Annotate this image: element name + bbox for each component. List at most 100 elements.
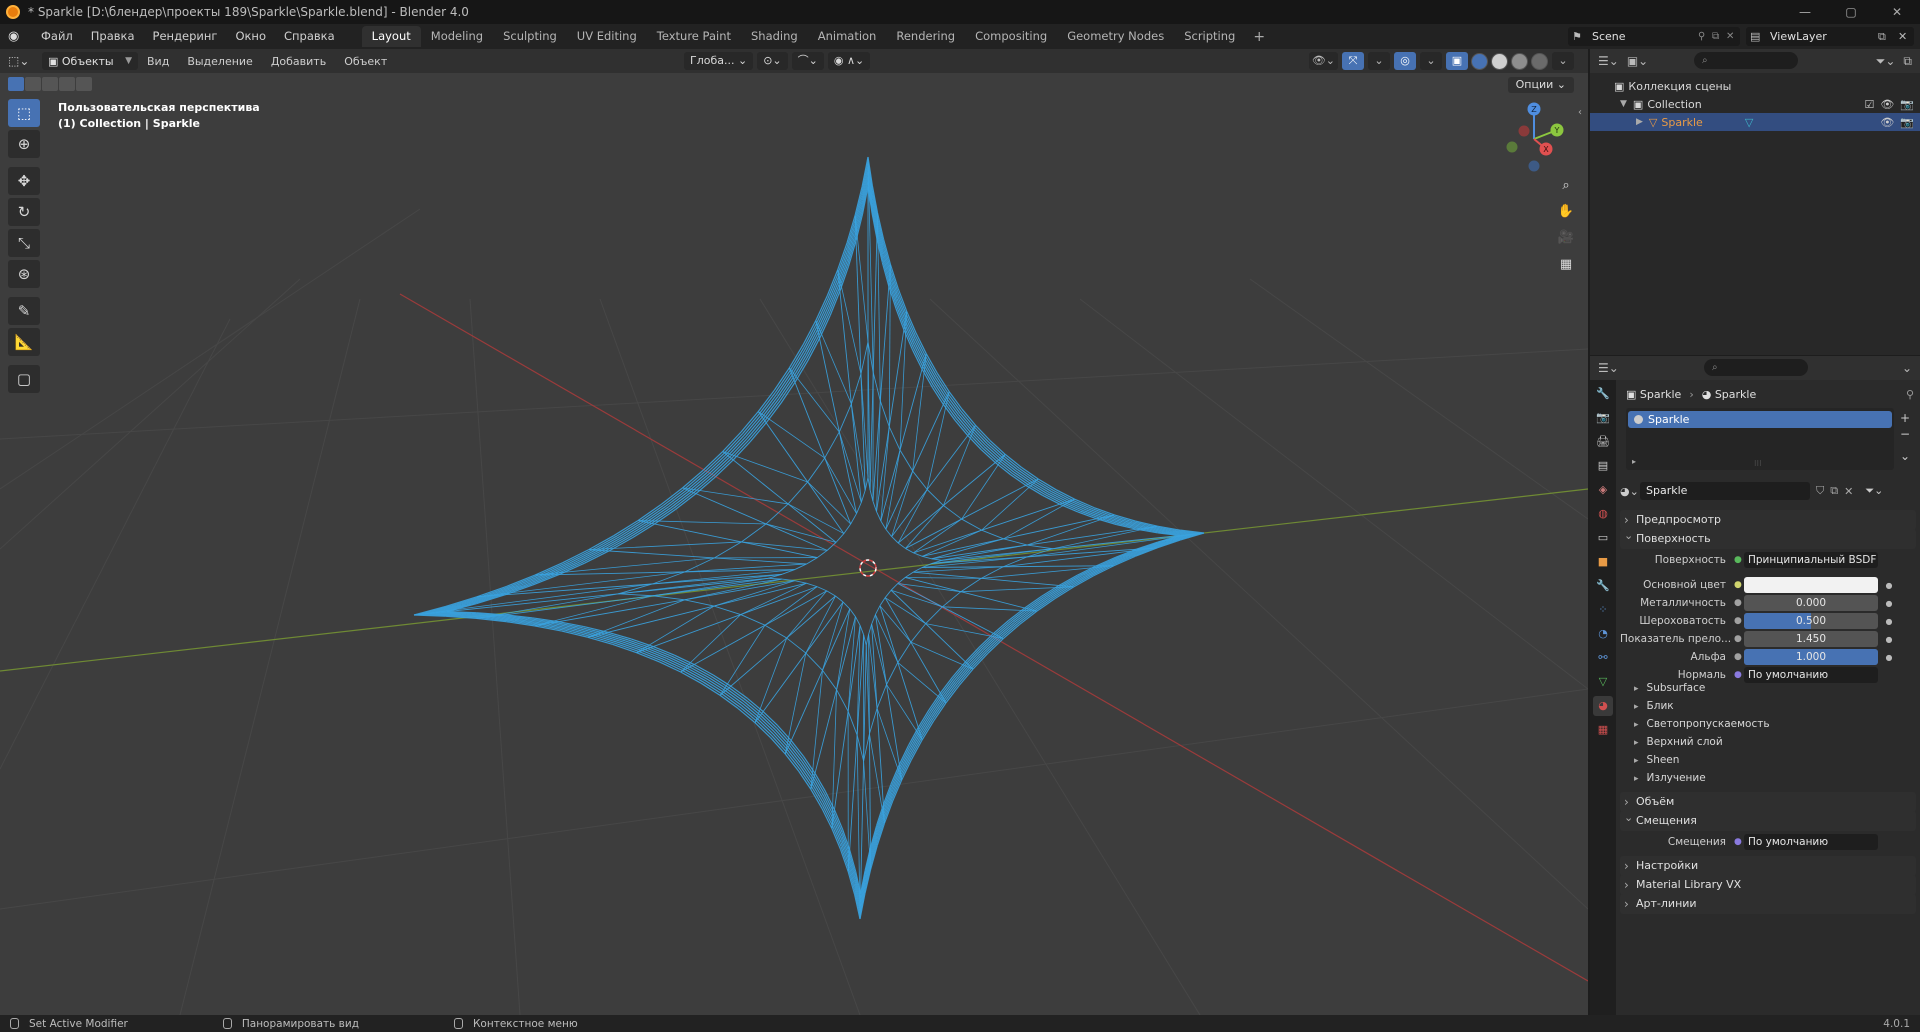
measure-tool-icon[interactable]: 📐 (8, 328, 40, 356)
close-button[interactable]: ✕ (1874, 0, 1920, 24)
keyframe-dot-icon[interactable]: ● (1882, 653, 1896, 662)
visibility-eye-icon[interactable]: 👁 (1880, 98, 1894, 111)
duplicate-material-icon[interactable]: ⧉ (1830, 484, 1838, 498)
scene-tab-icon[interactable]: ◈ (1593, 480, 1613, 500)
value-socket-icon[interactable]: ● (1734, 616, 1744, 626)
display-mode-icon[interactable]: ▣⌄ (1627, 54, 1648, 68)
constraints-tab-icon[interactable]: ⚯ (1593, 648, 1613, 668)
object-tab-icon[interactable]: ■ (1593, 552, 1613, 572)
xray-toggle-icon[interactable]: ▣ (1446, 52, 1468, 70)
select-intersect-icon[interactable] (76, 77, 92, 91)
add-slot-button[interactable]: + (1900, 410, 1910, 426)
tab-compositing[interactable]: Compositing (965, 26, 1057, 47)
editor-type-icon[interactable]: ☰⌄ (1598, 54, 1619, 68)
gizmo-neg-z[interactable] (1528, 160, 1540, 172)
remove-slot-button[interactable]: − (1900, 426, 1910, 442)
material-filter-icon[interactable]: ⏷⌄ (1865, 484, 1883, 498)
navigation-gizmo[interactable]: Z Y X (1494, 97, 1574, 177)
add-cube-tool-icon[interactable]: ▢ (8, 365, 40, 393)
exclude-checkbox-icon[interactable]: ☑ (1864, 98, 1874, 111)
scene-selector[interactable]: ⚑ Scene ⚲ ⧉ ✕ (1568, 27, 1740, 46)
subpanel-sheen[interactable]: Sheen (1634, 754, 1680, 766)
tab-layout[interactable]: Layout (361, 26, 421, 47)
tab-rendering[interactable]: Rendering (886, 26, 965, 47)
gizmo-menu-icon[interactable]: ⌄ (1368, 52, 1390, 70)
list-resize-handle[interactable]: ⁝⁝⁝ (1754, 459, 1762, 468)
tab-sculpting[interactable]: Sculpting (493, 26, 567, 47)
material-slot[interactable]: Sparkle (1628, 411, 1892, 428)
menu-window[interactable]: Окно (226, 24, 275, 49)
solid-shading-icon[interactable] (1491, 52, 1508, 70)
3d-viewport[interactable]: ⬚⌄ ▣ Объекты ▼ Вид Выделение Добавить Об… (0, 49, 1588, 1015)
tab-scripting[interactable]: Scripting (1174, 26, 1245, 47)
transform-tool-icon[interactable]: ⊛ (8, 260, 40, 288)
menu-file[interactable]: Файл (32, 24, 82, 49)
sidebar-toggle-icon[interactable]: ‹ (1578, 107, 1582, 118)
subpanel-emission[interactable]: Излучение (1634, 772, 1706, 784)
menu-select[interactable]: Выделение (178, 55, 262, 68)
keyframe-dot-icon[interactable]: ● (1882, 617, 1896, 626)
view-layer-name[interactable]: ViewLayer (1770, 30, 1874, 43)
shading-menu-icon[interactable]: ⌄ (1552, 52, 1574, 70)
pin-icon[interactable]: ⚲ (1906, 388, 1914, 401)
add-workspace-button[interactable]: + (1245, 29, 1273, 45)
color-socket-icon[interactable]: ● (1734, 580, 1744, 590)
keyframe-dot-icon[interactable]: ● (1882, 581, 1896, 590)
options-button[interactable]: Опции ⌄ (1507, 77, 1574, 93)
panel-lineart[interactable]: Арт-линии (1620, 894, 1916, 914)
panel-displacement[interactable]: Смещения (1620, 808, 1916, 831)
material-preview-icon[interactable] (1511, 52, 1528, 70)
list-expand-icon[interactable]: ▸ (1632, 457, 1636, 466)
data-tab-icon[interactable]: ▽ (1593, 672, 1613, 692)
menu-render[interactable]: Рендеринг (144, 24, 227, 49)
material-slot-list[interactable]: Sparkle ▸ ⁝⁝⁝ (1626, 408, 1894, 470)
value-socket-icon[interactable]: ● (1734, 652, 1744, 662)
filter-icon[interactable]: ⏷⌄ (1876, 54, 1896, 69)
rotate-tool-icon[interactable]: ↻ (8, 198, 40, 226)
tool-tab-icon[interactable]: 🔧 (1593, 384, 1613, 404)
scene-name[interactable]: Scene (1592, 30, 1698, 43)
value-socket-icon[interactable]: ● (1734, 634, 1744, 644)
particles-tab-icon[interactable]: ⁘ (1593, 600, 1613, 620)
overlay-toggle-icon[interactable]: ◎ (1394, 52, 1416, 70)
menu-object[interactable]: Объект (335, 55, 396, 68)
delete-scene-icon[interactable]: ✕ (1726, 31, 1740, 42)
menu-edit[interactable]: Правка (82, 24, 144, 49)
base-color-swatch[interactable] (1744, 577, 1878, 593)
new-collection-icon[interactable]: ⧉ (1903, 54, 1912, 69)
gizmo-toggle-icon[interactable]: ⤧ (1342, 52, 1364, 70)
browse-material-icon[interactable]: ◕⌄ (1620, 485, 1639, 498)
menu-add[interactable]: Добавить (262, 55, 335, 68)
minimize-button[interactable]: — (1782, 0, 1828, 24)
pivot-icon[interactable]: ⊙⌄ (757, 52, 788, 70)
outliner-row-collection[interactable]: ▼ ▣ Collection ☑ 👁 📷 (1590, 95, 1920, 113)
modifier-tab-icon[interactable]: 🔧 (1593, 576, 1613, 596)
normal-field[interactable]: По умолчанию (1744, 667, 1878, 683)
outliner-row-sparkle[interactable]: ▶ ▽ Sparkle ▽ 👁 📷 (1590, 113, 1920, 131)
subpanel-transmission[interactable]: Светопропускаемость (1634, 718, 1770, 730)
tab-texture-paint[interactable]: Texture Paint (647, 26, 741, 47)
ior-slider[interactable]: 1.450 (1744, 631, 1878, 647)
vector-socket-icon[interactable]: ● (1734, 837, 1744, 847)
overlay-menu-icon[interactable]: ⌄ (1420, 52, 1442, 70)
rendered-shading-icon[interactable] (1531, 52, 1548, 70)
material-tab-icon[interactable]: ◕ (1593, 696, 1613, 716)
visibility-icon[interactable]: 👁⌄ (1308, 52, 1338, 70)
options-chevron-icon[interactable]: ⌄ (1902, 361, 1912, 375)
select-box-tool-icon[interactable]: ⬚ (8, 99, 40, 127)
cursor-tool-icon[interactable]: ⊕ (8, 130, 40, 158)
proportional-edit-icon[interactable]: ◉ ∧⌄ (827, 52, 871, 70)
wireframe-shading-icon[interactable] (1471, 52, 1488, 70)
expand-arrow-icon[interactable]: ▼ (1620, 99, 1627, 109)
select-extend-icon[interactable] (25, 77, 41, 91)
gizmo-neg-x[interactable] (1518, 125, 1530, 137)
tab-modeling[interactable]: Modeling (421, 26, 493, 47)
render-tab-icon[interactable]: 📷 (1593, 408, 1613, 428)
gizmo-neg-y[interactable] (1506, 141, 1518, 153)
grid-view-icon[interactable]: ▦ (1554, 254, 1578, 276)
metallic-slider[interactable]: 0.000 (1744, 595, 1878, 611)
collection-tab-icon[interactable]: ▭ (1593, 528, 1613, 548)
keyframe-dot-icon[interactable]: ● (1882, 599, 1896, 608)
world-tab-icon[interactable]: ◍ (1593, 504, 1613, 524)
keyframe-dot-icon[interactable]: ● (1882, 635, 1896, 644)
